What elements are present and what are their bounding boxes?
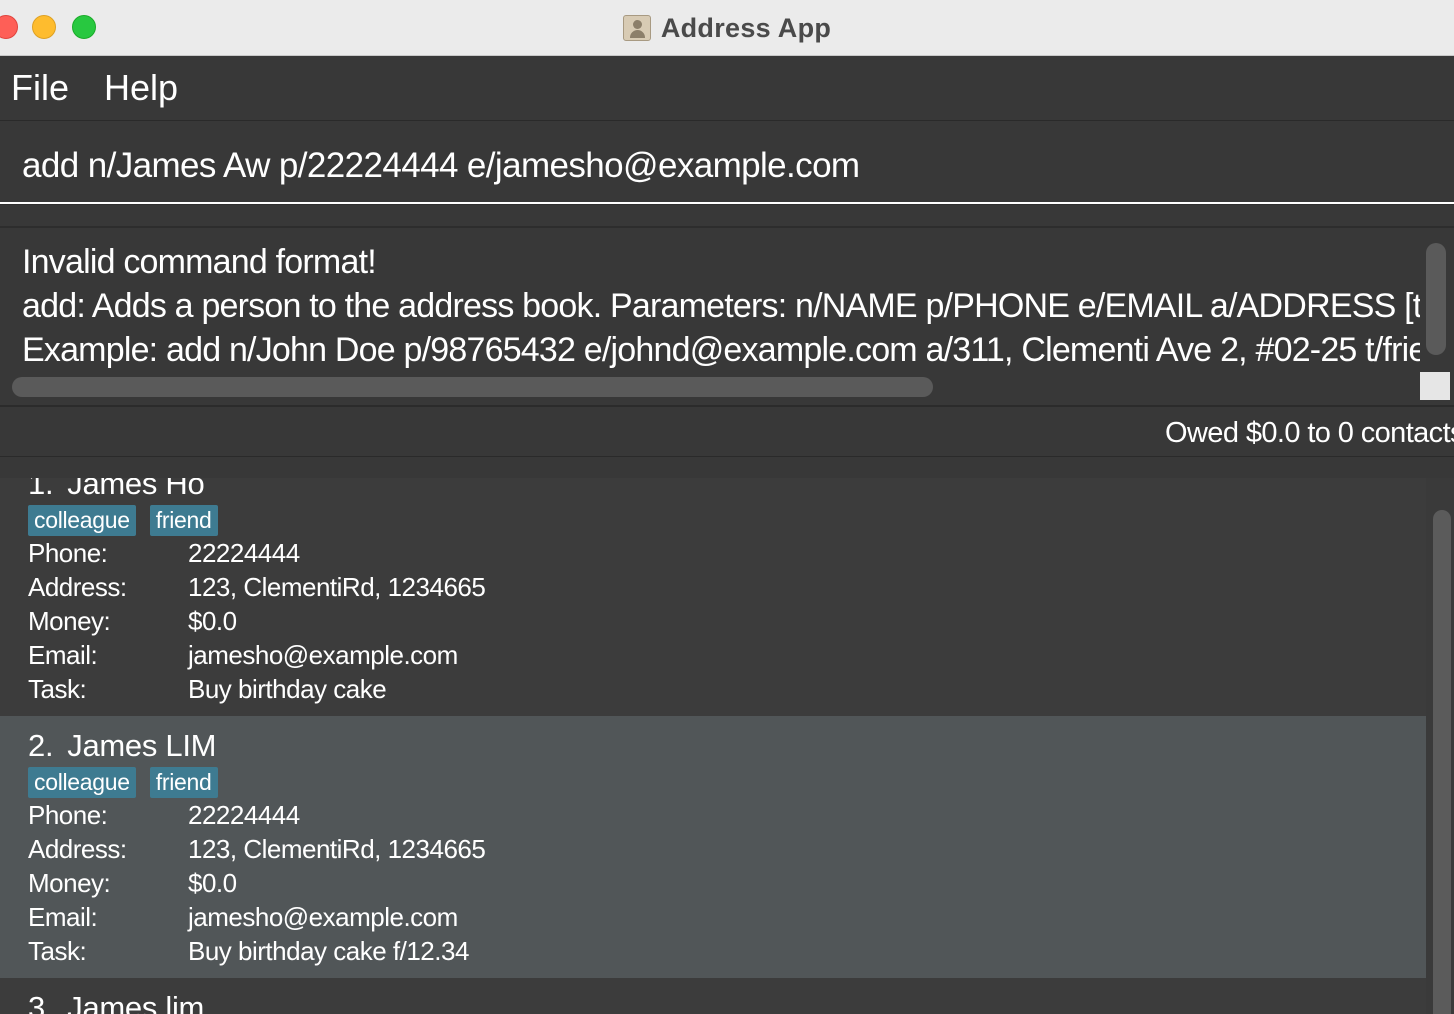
tag-badge: colleague (28, 505, 136, 536)
list-scrollbar[interactable] (1433, 510, 1451, 1014)
result-line-1: Invalid command format! (22, 243, 377, 281)
person-list: 1. James Ho colleague friend Phone: 222244… (0, 458, 1454, 1014)
scroll-corner (1420, 372, 1450, 400)
menu-file[interactable]: File (11, 67, 69, 109)
money-row: Money: $0.0 (28, 606, 237, 636)
address-book-icon (622, 15, 651, 41)
tag-list: colleague friend (28, 767, 218, 798)
task-row: Task: Buy birthday cake (28, 674, 387, 704)
window-title: Address App (660, 12, 832, 43)
result-line-2: add: Adds a person to the address book. … (22, 287, 1420, 325)
tag-badge: friend (149, 767, 218, 798)
task-row: Task: Buy birthday cake f/12.34 (28, 936, 469, 966)
menu-help[interactable]: Help (104, 67, 178, 109)
person-card[interactable]: 3. James lim (0, 978, 1426, 1014)
owed-summary: Owed $0.0 to 0 contacts (1165, 417, 1454, 449)
result-text-area[interactable]: Invalid command format! add: Adds a pers… (0, 229, 1420, 374)
person-name: 3. James lim (28, 990, 205, 1014)
person-name: 1. James Ho (28, 478, 205, 501)
person-card[interactable]: 1. James Ho colleague friend Phone: 222244… (0, 478, 1426, 716)
phone-row: Phone: 22224444 (28, 538, 300, 568)
divider (0, 204, 1454, 228)
status-bar: Owed $0.0 to 0 contacts (0, 409, 1454, 457)
phone-row: Phone: 22224444 (28, 800, 300, 830)
result-display: Invalid command format! add: Adds a pers… (0, 229, 1454, 407)
result-horizontal-scrollbar[interactable] (12, 377, 933, 397)
money-row: Money: $0.0 (28, 868, 237, 898)
tag-badge: colleague (28, 767, 136, 798)
window-title-group: Address App (0, 0, 1454, 56)
address-row: Address: 123, ClementiRd, 1234665 (28, 834, 486, 864)
result-line-3: Example: add n/John Doe p/98765432 e/joh… (22, 331, 1420, 369)
command-box[interactable]: add n/James Aw p/22224444 e/jamesho@exam… (0, 122, 1454, 204)
email-row: Email: jamesho@example.com (28, 640, 458, 670)
command-input[interactable]: add n/James Aw p/22224444 e/jamesho@exam… (22, 146, 860, 186)
email-row: Email: jamesho@example.com (28, 902, 458, 932)
result-vertical-scrollbar[interactable] (1426, 243, 1446, 355)
title-bar: Address App (0, 0, 1454, 56)
person-card[interactable]: 2. James LIM colleague friend Phone: 22224… (0, 716, 1426, 978)
menu-bar: File Help (0, 57, 1454, 121)
tag-badge: friend (149, 505, 218, 536)
address-row: Address: 123, ClementiRd, 1234665 (28, 572, 486, 602)
person-name: 2. James LIM (28, 728, 217, 763)
tag-list: colleague friend (28, 505, 218, 536)
